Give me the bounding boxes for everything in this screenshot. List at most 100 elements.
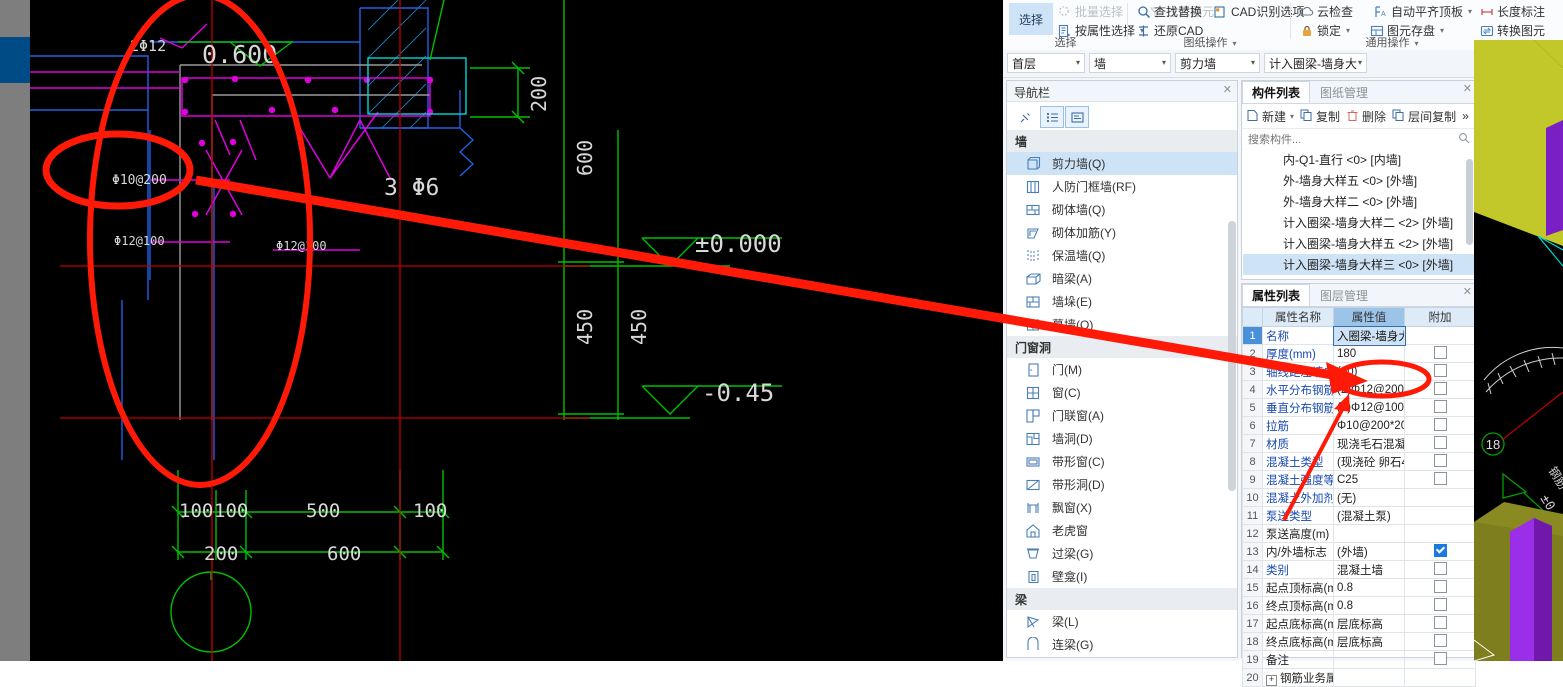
select-button[interactable]: 选择 [1009,3,1053,35]
attach-checkbox[interactable] [1433,652,1447,665]
attach-checkbox[interactable] [1433,472,1447,485]
pin-icon[interactable] [1013,106,1037,128]
table-row[interactable]: 7材质现浇毛石混凝土 [1242,434,1476,453]
property-attach-cell[interactable] [1404,542,1476,561]
sidebar-item-2[interactable]: 砌体墙(Q) [1007,198,1237,221]
attach-checkbox[interactable] [1433,544,1447,557]
sidebar-item-3[interactable]: 砌体加筋(Y) [1007,221,1237,244]
attach-checkbox[interactable] [1433,454,1447,467]
property-value-cell[interactable] [1333,524,1405,543]
attach-checkbox[interactable] [1433,418,1447,431]
sidebar-item-2[interactable]: 门联窗(A) [1007,404,1237,427]
chevron-down-icon[interactable]: ▾ [1162,58,1166,67]
table-row[interactable]: 15 起点顶标高(m) 0.8 [1242,578,1476,597]
table-row[interactable]: 13 内/外墙标志 (外墙) [1242,542,1476,561]
sidebar-item-0[interactable]: 梁(L) [1007,610,1237,633]
close-icon[interactable]: ✕ [1463,285,1472,298]
type-selector[interactable]: 剪力墙 ▾ [1175,53,1260,73]
attach-checkbox[interactable] [1433,598,1447,611]
property-value-cell[interactable]: 现浇毛石混凝土 [1333,434,1405,453]
nav-group-header[interactable]: 梁 [1007,588,1237,610]
property-value-cell[interactable]: (90) [1333,362,1405,381]
component-list-scrollbar[interactable] [1466,159,1473,245]
attach-checkbox[interactable] [1433,562,1447,575]
table-row[interactable]: 20+钢筋业务属性 [1242,668,1476,687]
list-item[interactable]: 内-Q1-直行 <0> [内墙] [1243,149,1475,170]
property-attach-cell[interactable] [1404,362,1476,381]
chevron-down-icon[interactable]: ▾ [1251,58,1255,67]
property-value-cell[interactable]: 层底标高 [1333,614,1405,633]
table-row[interactable]: 12 泵送高度(m) [1242,524,1476,543]
chevron-down-icon[interactable]: ▾ [1076,58,1080,67]
category-selector[interactable]: 墙 ▾ [1089,53,1171,73]
sidebar-item-0[interactable]: 剪力墙(Q) [1007,152,1237,175]
property-attach-cell[interactable] [1404,668,1476,687]
attach-checkbox[interactable] [1433,634,1447,647]
table-row[interactable]: 18 终点底标高(m) 层底标高 [1242,632,1476,651]
3d-viewport[interactable]: 18 钢筋 ±0.00 [1474,40,1563,661]
property-attach-cell[interactable] [1404,578,1476,597]
table-row[interactable]: 17 起点底标高(m) 层底标高 [1242,614,1476,633]
copy-component-button[interactable]: 复制 [1300,108,1340,125]
delete-component-button[interactable]: 删除 [1346,108,1386,125]
sidebar-item-9[interactable]: 壁龛(I) [1007,565,1237,588]
close-icon[interactable]: ✕ [1463,82,1472,95]
sidebar-item-4[interactable]: 带形窗(C) [1007,450,1237,473]
property-value-cell[interactable]: 0.8 [1333,578,1405,597]
cloud-check-button[interactable]: 云检查 [1300,3,1353,20]
attach-checkbox[interactable] [1433,364,1447,377]
sidebar-item-6[interactable]: 飘窗(X) [1007,496,1237,519]
property-value-cell[interactable]: (外墙) [1333,542,1405,561]
chevron-down-icon[interactable]: ▾ [1233,39,1237,48]
left-rail-active-indicator[interactable] [0,37,30,83]
tab-drawing-management[interactable]: 图纸管理 [1310,81,1378,103]
table-row[interactable]: 14 类别 混凝土墙 [1242,560,1476,579]
attach-checkbox[interactable] [1433,616,1447,629]
tab-layer-management[interactable]: 图层管理 [1310,284,1378,306]
detail-view-icon[interactable] [1065,106,1089,128]
table-row[interactable]: 4 水平分布钢筋 (2)Φ12@200 [1242,380,1476,399]
property-value-cell[interactable] [1333,668,1405,687]
property-attach-cell[interactable] [1404,614,1476,633]
property-attach-cell[interactable] [1404,650,1476,669]
chevron-down-icon[interactable]: ▾ [1415,39,1419,48]
tab-component-list[interactable]: 构件列表 [1242,81,1311,103]
sidebar-item-1[interactable]: 人防门框墙(RF) [1007,175,1237,198]
list-item[interactable]: 计入圈梁-墙身大样五 <2> [外墙] [1243,233,1475,254]
attach-checkbox[interactable] [1433,436,1447,449]
attach-checkbox[interactable] [1433,400,1447,413]
sidebar-item-0[interactable]: 门(M) [1007,358,1237,381]
property-attach-cell[interactable] [1404,416,1476,435]
property-value-cell[interactable] [1333,650,1405,669]
sidebar-item-8[interactable]: 过梁(G) [1007,542,1237,565]
attach-checkbox[interactable] [1433,346,1447,359]
table-row[interactable]: 5 垂直分布钢筋 (2)Φ12@100 [1242,398,1476,417]
navigation-scrollbar[interactable] [1228,221,1236,491]
table-row[interactable]: 19 备注 [1242,650,1476,669]
table-row[interactable]: 8混凝土类型(现浇砼 卵石40... [1242,452,1476,471]
table-row[interactable]: 6拉筋Φ10@200*200 [1242,416,1476,435]
floor-selector[interactable]: 首层 ▾ [1007,53,1085,73]
copy-between-floors-button[interactable]: 层间复制 [1392,108,1456,125]
table-row[interactable]: 3轴线距左墙皮距离(mm)(90) [1242,362,1476,381]
property-table-body[interactable]: 1名称入圈梁-墙身大样三2厚度(mm)1803轴线距左墙皮距离(mm)(90)4… [1242,325,1476,687]
component-selector[interactable]: 计入圈梁-墙身大 ▾ [1264,53,1367,73]
property-value-cell[interactable]: 180 [1333,344,1405,363]
property-value-cell[interactable]: (2)Φ12@100 [1333,398,1405,417]
property-value-cell[interactable]: 入圈梁-墙身大样三 [1332,325,1406,346]
attach-checkbox[interactable] [1433,580,1447,593]
property-attach-cell[interactable] [1404,506,1476,525]
property-value-cell[interactable]: (混凝土泵) [1333,506,1405,525]
property-attach-cell[interactable] [1404,488,1476,507]
list-item[interactable]: 计入圈梁-墙身大样二 <2> [外墙] [1243,212,1475,233]
property-value-cell[interactable]: (无) [1333,488,1405,507]
sidebar-item-7[interactable]: 幕墙(Q) [1007,313,1237,336]
property-attach-cell[interactable] [1404,344,1476,363]
more-commands-button[interactable]: » [1462,109,1469,123]
nav-group-header[interactable]: 门窗洞 [1007,336,1237,358]
property-value-cell[interactable]: Φ10@200*200 [1333,416,1405,435]
chevron-down-icon[interactable]: ▾ [1358,58,1362,67]
property-value-cell[interactable]: 混凝土墙 [1333,560,1405,579]
property-attach-cell[interactable] [1404,434,1476,453]
table-row[interactable]: 11 泵送类型 (混凝土泵) [1242,506,1476,525]
